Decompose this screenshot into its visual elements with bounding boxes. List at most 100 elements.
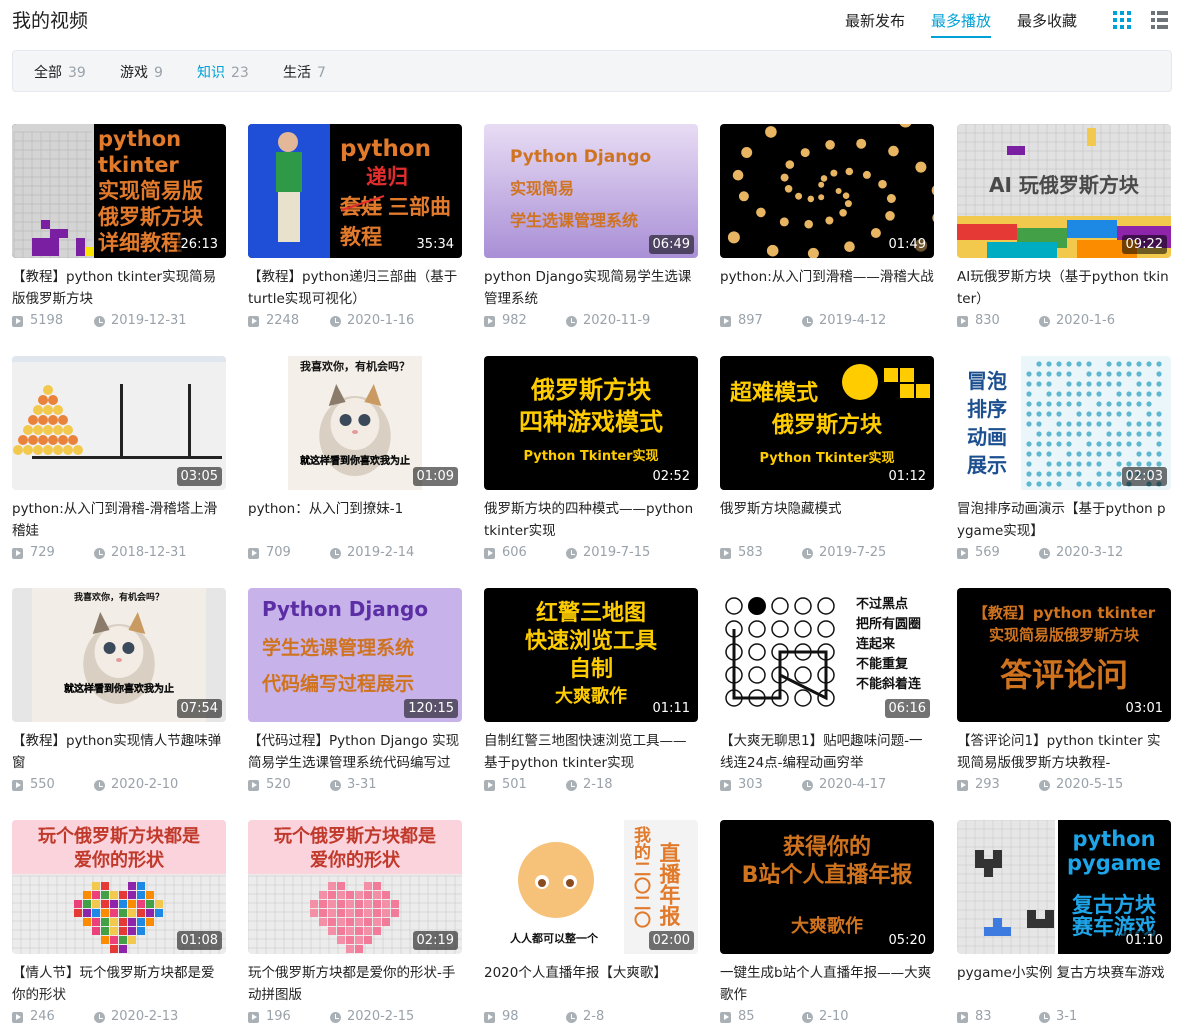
video-thumbnail[interactable]: 03:05 <box>12 356 226 490</box>
video-thumbnail[interactable]: 我喜欢你，有机会吗？ 就这样看到你喜欢我为止 07:54 <box>12 588 226 722</box>
video-title[interactable]: 【教程】python实现情人节趣味弹窗 <box>12 730 226 774</box>
video-title[interactable]: pygame小实例 复古方块赛车游戏 <box>957 962 1171 1006</box>
video-meta: 83 3-1 <box>957 1009 1171 1027</box>
clock-icon <box>330 548 341 559</box>
sort-latest[interactable]: 最新发布 <box>845 10 905 36</box>
video-title[interactable]: 【代码过程】Python Django 实现简易学生选课管理系统代码编写过程展示 <box>248 730 462 774</box>
video-meta: 2248 2020-1-16 <box>248 313 462 331</box>
video-card[interactable]: 不过黑点 把所有圆圈 连起来 不能重复 不能斜着连 06:16 【大爽无聊思1】贴吧趣味问题… <box>720 588 934 795</box>
list-view-icon[interactable] <box>1151 11 1169 29</box>
video-card[interactable]: Python Django 学生选课管理系统 代码编写过程展示 120:15 【代码过程… <box>248 588 462 795</box>
video-thumbnail[interactable]: Python Django 学生选课管理系统 代码编写过程展示 120:15 <box>248 588 462 722</box>
video-title[interactable]: python:从入门到滑稽-滑稽塔上滑稽娃 <box>12 498 226 542</box>
thumbnail-caption: 玩个俄罗斯方块都是 <box>274 825 436 847</box>
video-title[interactable]: 俄罗斯方块的四种模式——python tkinter实现 <box>484 498 698 542</box>
video-title[interactable]: 2020个人直播年报【大爽歌】 <box>484 962 698 1006</box>
play-count-icon <box>248 780 259 791</box>
video-thumbnail[interactable]: 玩个俄罗斯方块都是 爱你的形状 02:19 <box>248 820 462 954</box>
play-count-icon <box>12 1012 23 1023</box>
video-card[interactable]: 我喜欢你，有机会吗？ 就这样看到你喜欢我为止 07:54 【教程】python实现情人… <box>12 588 226 795</box>
play-count: 830 <box>975 313 1000 328</box>
video-title[interactable]: 冒泡排序动画演示【基于python pygame实现】 <box>957 498 1171 542</box>
video-card[interactable]: 冒泡 排序 动画 展示 02:03 冒泡排序动画演示【基于python pygame实现】… <box>957 356 1171 563</box>
thumbnail-caption: 四种游戏模式 <box>519 408 663 436</box>
thumbnail-caption: 人人都可以整一个 <box>510 931 599 945</box>
video-title[interactable]: 玩个俄罗斯方块都是爱你的形状-手动拼图版 <box>248 962 462 1006</box>
publish-date: 2020-5-15 <box>1056 777 1124 792</box>
thumbnail-caption: 教程 <box>340 225 382 249</box>
video-thumbnail[interactable]: Python Django 实现简易 学生选课管理系统 06:49 <box>484 124 698 258</box>
video-title[interactable]: 【教程】python递归三部曲（基于turtle实现可视化） <box>248 266 462 310</box>
video-thumbnail[interactable]: python tkinter 实现简易版 俄罗斯方块 详细教程 26:13 <box>12 124 226 258</box>
thumbnail-caption: 大爽歌作 <box>791 915 863 937</box>
filter-all[interactable]: 全部 39 <box>34 62 86 82</box>
video-meta: 501 2-18 <box>484 777 698 795</box>
video-thumbnail[interactable]: 01:49 <box>720 124 934 258</box>
video-card[interactable]: 【教程】python tkinter 实现简易版俄罗斯方块 答评论问 03:01 【答评… <box>957 588 1171 795</box>
video-thumbnail[interactable]: 【教程】python tkinter 实现简易版俄罗斯方块 答评论问 03:01 <box>957 588 1171 722</box>
video-card[interactable]: python 递归 套娃 三部曲 教程 35:34 【教程】python递归三部曲（基于tu… <box>248 124 462 331</box>
video-card[interactable]: 我喜欢你，有机会吗？ 就这样看到你喜欢我为止 01:09 python：从入门到撩妹-… <box>248 356 462 563</box>
thumbnail-caption: 把所有圆圈 <box>856 616 921 632</box>
video-card[interactable]: 超难模式 俄罗斯方块 Python Tkinter实现 01:12 俄罗斯方块隐藏模式 5… <box>720 356 934 563</box>
video-title[interactable]: python：从入门到撩妹-1 <box>248 498 462 542</box>
filter-life[interactable]: 生活 7 <box>283 62 326 82</box>
sort-most-favorited[interactable]: 最多收藏 <box>1017 10 1077 36</box>
video-thumbnail[interactable]: 玩个俄罗斯方块都是 爱你的形状 01:08 <box>12 820 226 954</box>
grid-view-icon[interactable] <box>1113 11 1131 29</box>
video-card[interactable]: python tkinter 实现简易版 俄罗斯方块 详细教程 26:13 【教程】pyth… <box>12 124 226 331</box>
thumbnail-caption: AI 玩俄罗斯方块 <box>989 173 1140 197</box>
video-title[interactable]: 一键生成b站个人直播年报——大爽歌作 <box>720 962 934 1006</box>
sort-most-played[interactable]: 最多播放 <box>931 10 992 38</box>
video-thumbnail[interactable]: 冒泡 排序 动画 展示 02:03 <box>957 356 1171 490</box>
video-meta: 830 2020-1-6 <box>957 313 1171 331</box>
publish-date: 2019-7-25 <box>819 545 887 560</box>
video-thumbnail[interactable]: 获得你的 B站个人直播年报 大爽歌作 05:20 <box>720 820 934 954</box>
video-card[interactable]: 玩个俄罗斯方块都是 爱你的形状 01:08 【情人节】玩个俄罗斯方块都是爱你的形状 24… <box>12 820 226 1027</box>
video-meta: 583 2019-7-25 <box>720 545 934 563</box>
video-title[interactable]: 【情人节】玩个俄罗斯方块都是爱你的形状 <box>12 962 226 1006</box>
video-thumbnail[interactable]: 直播年报 我的二〇二〇 人人都可以整一个 02:00 <box>484 820 698 954</box>
video-title[interactable]: 【大爽无聊思1】贴吧趣味问题-一线连24点-编程动画穷举 <box>720 730 934 774</box>
video-card[interactable]: 红警三地图 快速浏览工具 自制 大爽歌作 01:11 自制红警三地图快速浏览工具——基于p… <box>484 588 698 795</box>
video-thumbnail[interactable]: python pygame 复古方块 赛车游戏 01:10 <box>957 820 1171 954</box>
video-card[interactable]: 玩个俄罗斯方块都是 爱你的形状 02:19 玩个俄罗斯方块都是爱你的形状-手动拼图版 1… <box>248 820 462 1027</box>
video-title[interactable]: AI玩俄罗斯方块（基于python tkinter） <box>957 266 1171 310</box>
clock-icon <box>1039 1012 1050 1023</box>
video-title[interactable]: python:从入门到滑稽——滑稽大战 <box>720 266 934 310</box>
video-thumbnail[interactable]: python 递归 套娃 三部曲 教程 35:34 <box>248 124 462 258</box>
thumbnail-caption: 答评论问 <box>1000 656 1128 694</box>
video-card[interactable]: 获得你的 B站个人直播年报 大爽歌作 05:20 一键生成b站个人直播年报——大爽歌作 8… <box>720 820 934 1027</box>
thumbnail-caption: 实现简易 <box>510 179 574 198</box>
thumbnail-caption: 学生选课管理系统 <box>510 211 638 230</box>
video-title[interactable]: python Django实现简易学生选课管理系统 <box>484 266 698 310</box>
filter-games[interactable]: 游戏 9 <box>120 62 163 82</box>
video-card[interactable]: 俄罗斯方块 四种游戏模式 Python Tkinter实现 02:52 俄罗斯方块的四种… <box>484 356 698 563</box>
play-count: 83 <box>975 1009 992 1024</box>
video-card[interactable]: 01:49 python:从入门到滑稽——滑稽大战 897 2019-4-12 <box>720 124 934 331</box>
video-card[interactable]: 直播年报 我的二〇二〇 人人都可以整一个 02:00 2020个人直播年报【大爽歌】 98… <box>484 820 698 1027</box>
video-title[interactable]: 俄罗斯方块隐藏模式 <box>720 498 934 542</box>
filter-knowledge[interactable]: 知识 23 <box>197 62 249 82</box>
video-title[interactable]: 【答评论问1】python tkinter 实现简易版俄罗斯方块教程- <box>957 730 1171 774</box>
video-card[interactable]: AI 玩俄罗斯方块 09:22 AI玩俄罗斯方块（基于python tkinter）… <box>957 124 1171 331</box>
video-thumbnail[interactable]: 红警三地图 快速浏览工具 自制 大爽歌作 01:11 <box>484 588 698 722</box>
publish-date: 2020-2-13 <box>111 1009 179 1024</box>
video-thumbnail[interactable]: 俄罗斯方块 四种游戏模式 Python Tkinter实现 02:52 <box>484 356 698 490</box>
video-card[interactable]: python pygame 复古方块 赛车游戏 01:10 pygame小实例 复古方块赛… <box>957 820 1171 1027</box>
video-card[interactable]: 03:05 python:从入门到滑稽-滑稽塔上滑稽娃 729 2018-12-31 <box>12 356 226 563</box>
thumbnail-caption: 快速浏览工具 <box>525 628 657 654</box>
thumbnail-caption: 直播年报 <box>657 842 681 927</box>
publish-date: 2020-2-15 <box>347 1009 415 1024</box>
video-thumbnail[interactable]: AI 玩俄罗斯方块 09:22 <box>957 124 1171 258</box>
video-title[interactable]: 【教程】python tkinter实现简易版俄罗斯方块 <box>12 266 226 310</box>
video-title[interactable]: 自制红警三地图快速浏览工具——基于python tkinter实现 <box>484 730 698 774</box>
video-duration: 05:20 <box>884 931 930 950</box>
video-card[interactable]: Python Django 实现简易 学生选课管理系统 06:49 python Dja… <box>484 124 698 331</box>
thumbnail-caption: 复古方块 <box>1071 893 1157 917</box>
video-thumbnail[interactable]: 我喜欢你，有机会吗？ 就这样看到你喜欢我为止 01:09 <box>248 356 462 490</box>
video-thumbnail[interactable]: 不过黑点 把所有圆圈 连起来 不能重复 不能斜着连 06:16 <box>720 588 934 722</box>
play-count-icon <box>248 316 259 327</box>
thumbnail-caption: 就这样看到你喜欢我为止 <box>64 682 174 695</box>
video-thumbnail[interactable]: 超难模式 俄罗斯方块 Python Tkinter实现 01:12 <box>720 356 934 490</box>
